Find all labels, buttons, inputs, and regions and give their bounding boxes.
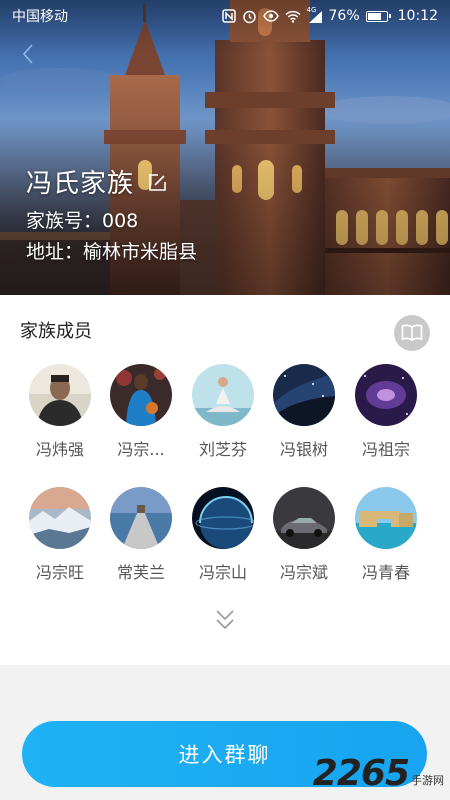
expand-members-button[interactable] xyxy=(213,607,237,633)
member-item[interactable]: 刘芝芬 xyxy=(188,364,258,460)
member-name: 冯宗斌 xyxy=(279,563,328,582)
member-item[interactable]: 冯宗山 xyxy=(188,487,258,583)
carrier-label: 中国移动 xyxy=(12,9,68,25)
member-item[interactable]: 冯宗... xyxy=(106,364,176,460)
member-avatar xyxy=(355,364,417,426)
member-name: 冯宗... xyxy=(117,440,165,459)
family-id: 家族号：008 xyxy=(26,210,139,232)
members-section-title: 家族成员 xyxy=(20,321,92,342)
signal-icon: 4G xyxy=(307,6,323,23)
member-item[interactable]: 冯炜强 xyxy=(25,364,95,460)
members-card: 家族成员 冯炜强 冯宗... 刘芝芬 冯银树 冯祖宗 冯宗旺 常芙兰 冯宗山 冯… xyxy=(0,295,450,665)
clock: 10:12 xyxy=(397,8,438,24)
member-item[interactable]: 常芙兰 xyxy=(106,487,176,583)
chevron-left-icon xyxy=(22,44,33,64)
wifi-icon xyxy=(284,10,301,23)
member-item[interactable]: 冯宗旺 xyxy=(25,487,95,583)
alarm-icon xyxy=(242,9,257,24)
member-item[interactable]: 冯青春 xyxy=(351,487,421,583)
member-avatar xyxy=(192,364,254,426)
member-name: 刘芝芬 xyxy=(198,440,247,459)
member-avatar xyxy=(110,364,172,426)
status-icons: 4G 76% 10:12 xyxy=(221,6,438,24)
member-name: 冯青春 xyxy=(361,563,410,582)
member-avatar xyxy=(355,487,417,549)
member-item[interactable]: 冯银树 xyxy=(269,364,339,460)
member-name: 冯祖宗 xyxy=(361,440,410,459)
double-chevron-down-icon xyxy=(216,610,234,630)
member-item[interactable]: 冯宗斌 xyxy=(269,487,339,583)
eye-icon xyxy=(262,10,279,22)
member-name: 冯宗山 xyxy=(198,563,247,582)
battery-icon xyxy=(365,10,391,22)
network-type-label: 4G xyxy=(306,5,317,14)
battery-percent: 76% xyxy=(328,8,360,24)
member-avatar xyxy=(29,364,91,426)
member-name: 冯银树 xyxy=(279,440,328,459)
watermark-logo: 2265 手游网 xyxy=(313,752,444,792)
member-name: 冯宗旺 xyxy=(35,563,84,582)
family-name: 冯氏家族 xyxy=(26,169,135,199)
nfc-icon xyxy=(221,9,236,23)
member-name: 常芙兰 xyxy=(116,563,165,582)
battery-fill xyxy=(367,12,381,20)
book-icon xyxy=(401,324,423,342)
member-avatar xyxy=(110,487,172,549)
watermark-number: 2265 xyxy=(312,753,410,794)
watermark-sub: 手游网 xyxy=(411,774,444,787)
member-avatar xyxy=(273,487,335,549)
family-book-button[interactable] xyxy=(394,315,430,351)
member-item[interactable]: 冯祖宗 xyxy=(351,364,421,460)
status-bar: 中国移动 4G 76% 10:12 xyxy=(0,0,450,32)
edit-icon xyxy=(149,174,166,191)
member-avatar xyxy=(192,487,254,549)
member-avatar xyxy=(29,487,91,549)
back-button[interactable] xyxy=(16,40,40,68)
edit-family-button[interactable] xyxy=(146,172,168,194)
member-name: 冯炜强 xyxy=(35,440,84,459)
header-hero: 中国移动 4G 76% 10:12 冯氏家族 家族号：008 地址：榆林市米脂县 xyxy=(0,0,450,295)
member-avatar xyxy=(273,364,335,426)
family-address: 地址：榆林市米脂县 xyxy=(26,241,198,263)
